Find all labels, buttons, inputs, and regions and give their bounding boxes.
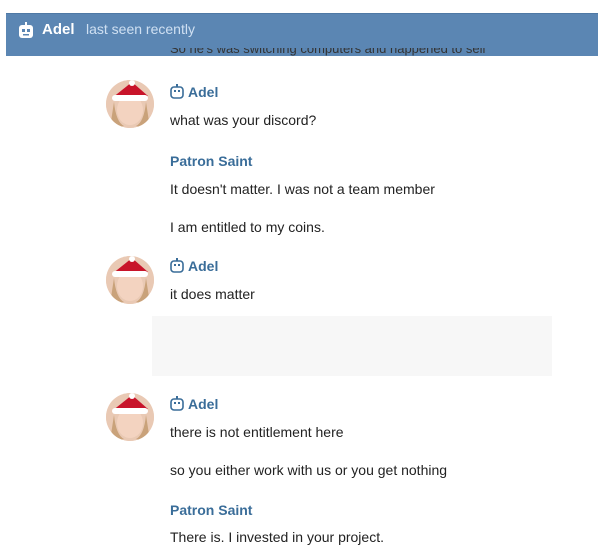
message-text: It doesn't matter. I was not a team memb… — [170, 181, 435, 197]
message-sender[interactable]: Patron Saint — [170, 153, 252, 169]
robot-icon — [170, 396, 184, 411]
message-sender[interactable]: Adel — [170, 396, 218, 412]
contact-status: last seen recently — [86, 21, 195, 37]
avatar[interactable] — [106, 256, 154, 304]
message-text: so you either work with us or you get no… — [170, 462, 448, 478]
message-sender[interactable]: Patron Saint — [170, 502, 252, 518]
avatar[interactable] — [106, 80, 154, 128]
robot-icon — [19, 22, 33, 38]
robot-icon — [170, 84, 184, 99]
avatar[interactable] — [106, 393, 154, 441]
robot-icon — [170, 258, 184, 273]
message-text: I am entitled to my coins. — [170, 219, 325, 235]
partial-message: So he's was switching computers and happ… — [170, 48, 486, 56]
message-text: what was your discord? — [170, 112, 317, 128]
message-sender[interactable]: Adel — [170, 258, 218, 274]
message-text: it does matter — [170, 286, 255, 302]
message-text: There is. I invested in your project. — [170, 529, 384, 545]
message-area-blank — [152, 316, 552, 376]
message-sender[interactable]: Adel — [170, 84, 218, 100]
message-text: there is not entitlement here — [170, 424, 344, 440]
chat-contact-name[interactable]: Adel — [42, 21, 75, 38]
